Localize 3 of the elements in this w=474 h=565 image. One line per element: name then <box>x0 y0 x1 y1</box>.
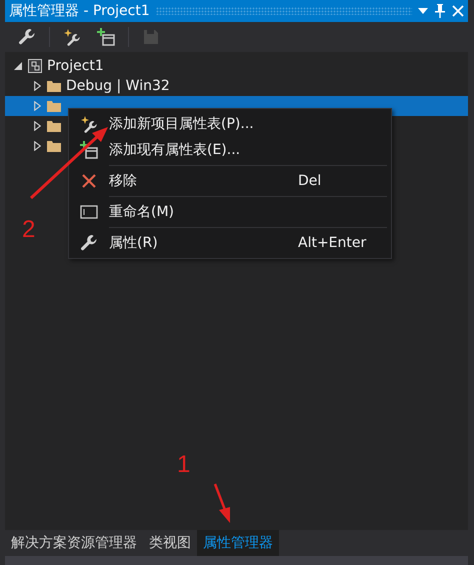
annotation-number: 1 <box>177 451 190 479</box>
window-title: 属性管理器 - Project1 <box>9 2 150 20</box>
annotation-number: 2 <box>22 216 36 244</box>
